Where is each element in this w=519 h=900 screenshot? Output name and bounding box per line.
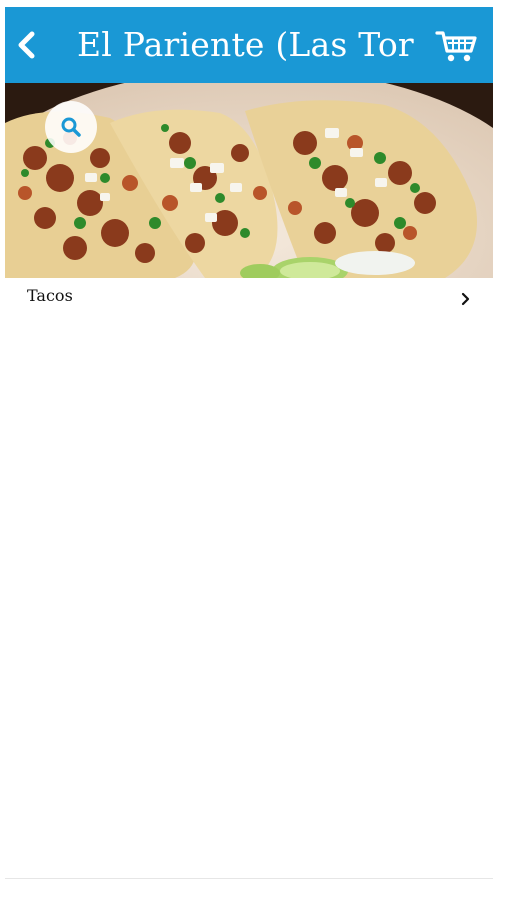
- chevron-right-icon: [461, 292, 470, 306]
- cart-icon: [435, 31, 477, 62]
- menu-category-tacos[interactable]: Tacos: [5, 278, 493, 320]
- back-button[interactable]: [13, 29, 41, 61]
- category-label: Tacos: [27, 286, 73, 305]
- search-button[interactable]: [45, 101, 97, 153]
- cart-button[interactable]: [435, 29, 479, 65]
- app-screen: El Pariente (Las Tor ... Tacos: [0, 0, 519, 900]
- page-title: El Pariente (Las Tor ...: [77, 25, 423, 64]
- search-icon: [61, 117, 81, 137]
- chevron-left-icon: [18, 31, 35, 59]
- divider: [5, 878, 493, 879]
- top-bar: El Pariente (Las Tor ...: [5, 7, 493, 83]
- restaurant-hero-image: [5, 83, 493, 278]
